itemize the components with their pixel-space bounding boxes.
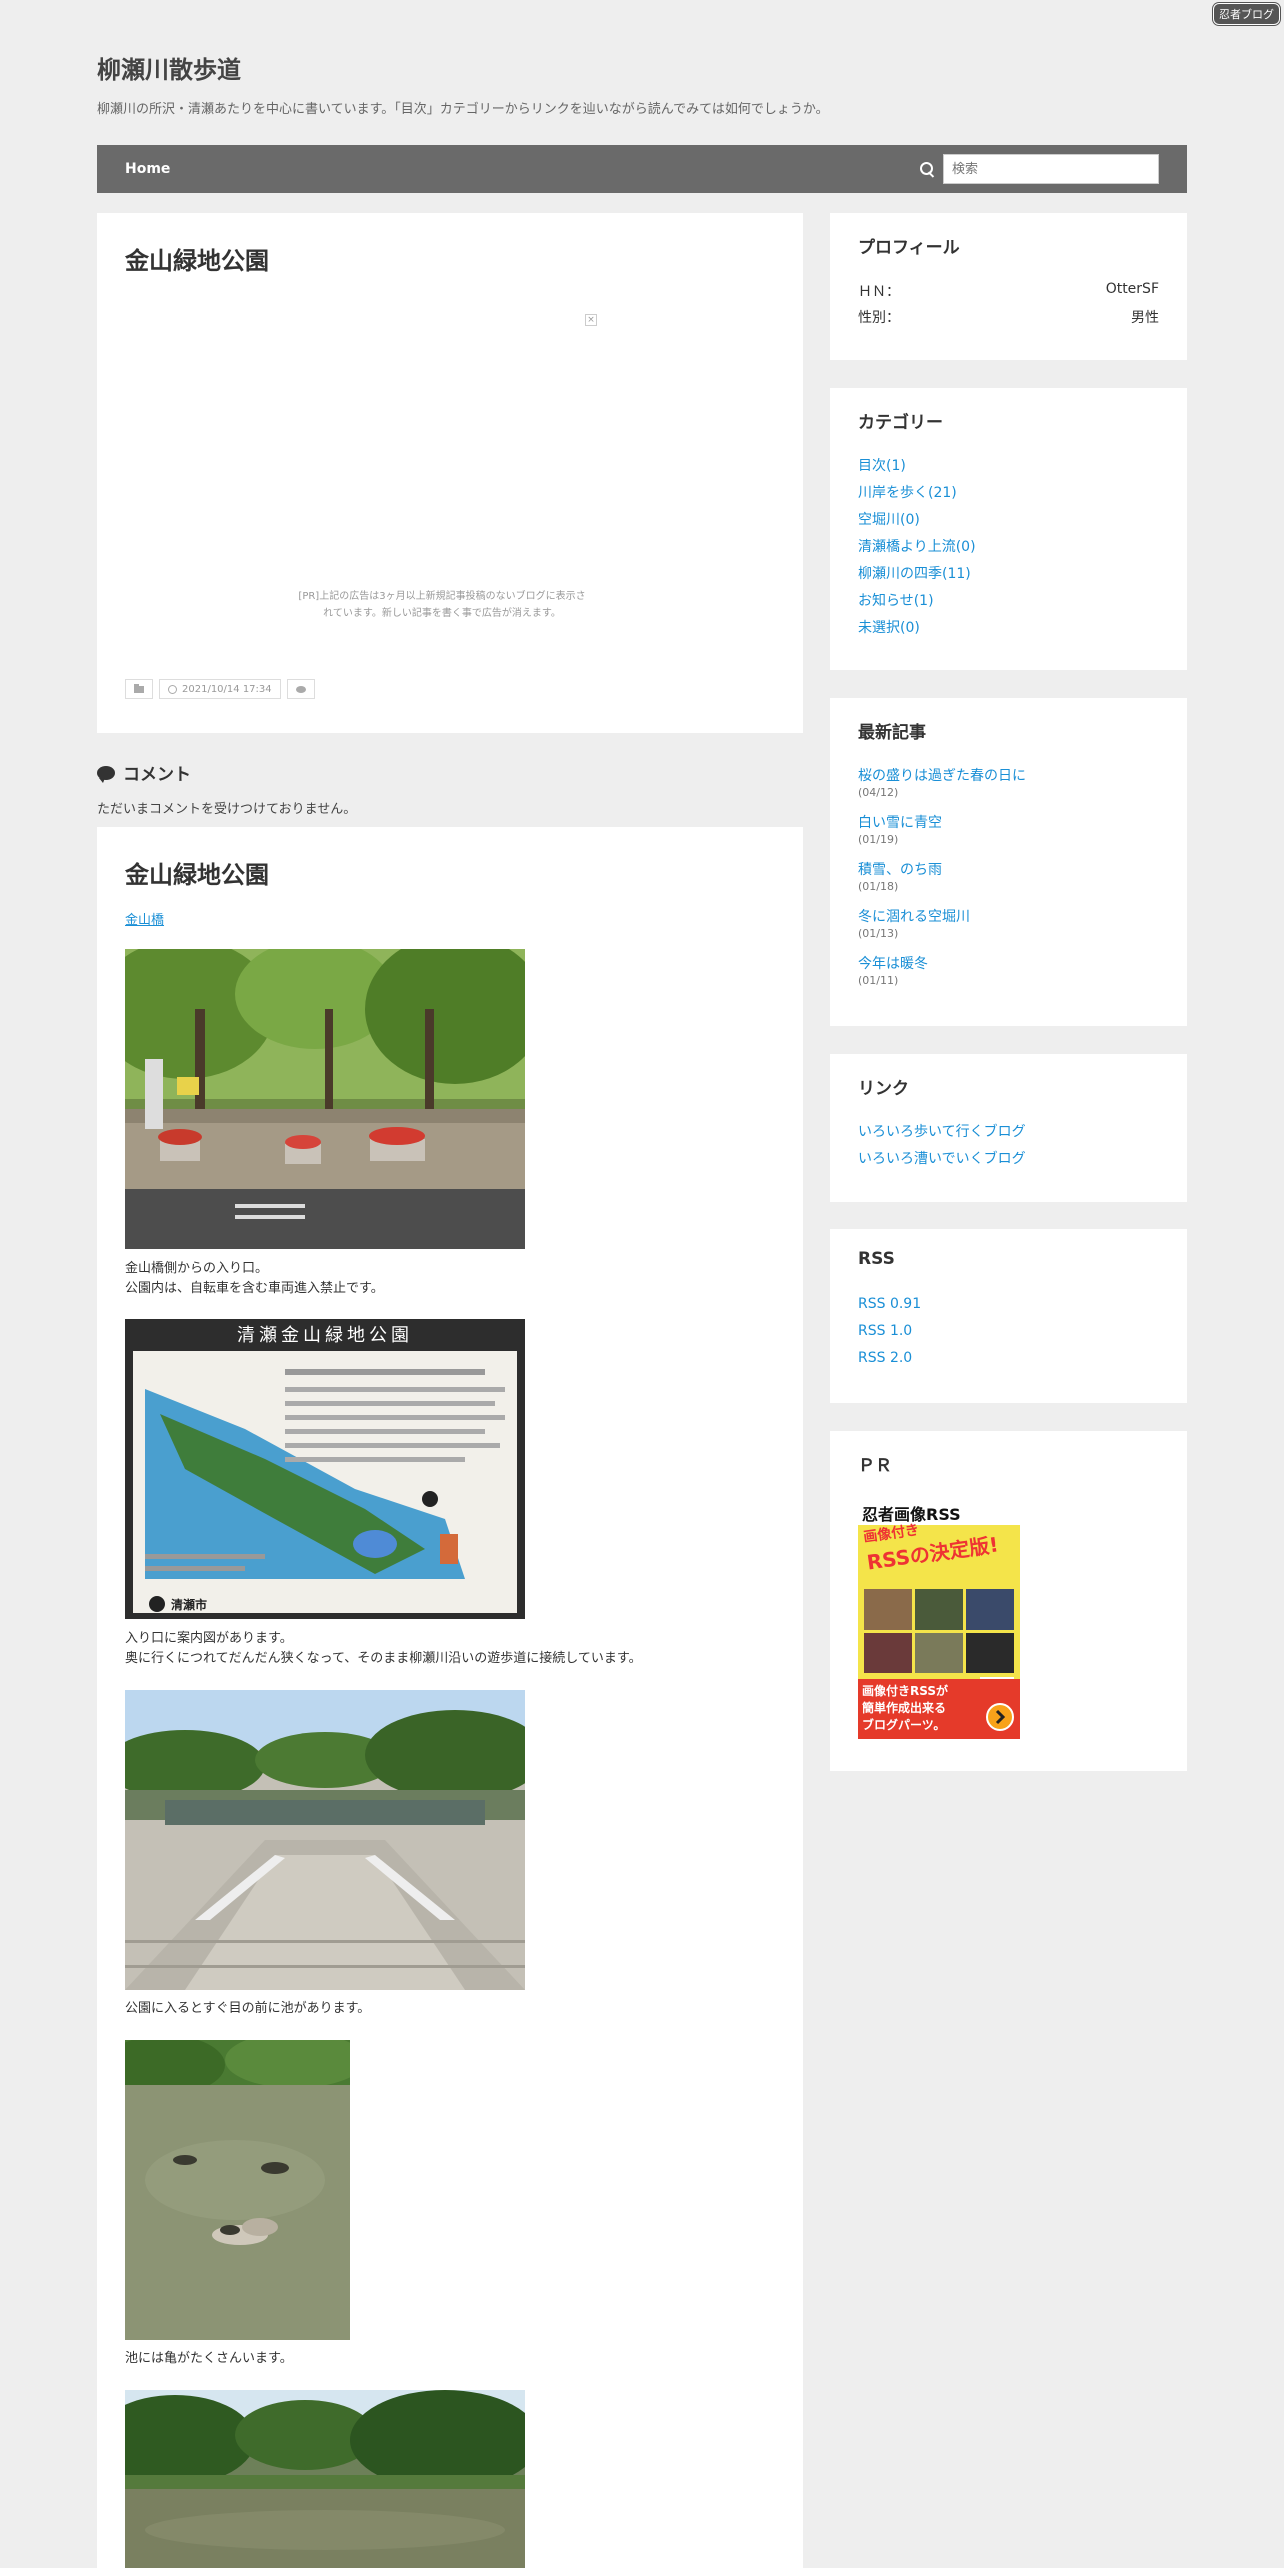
- recent-post-link[interactable]: 桜の盛りは過ぎた春の日に: [858, 765, 1026, 785]
- pr-title: ＰＲ: [858, 1456, 892, 1476]
- ad-note-line1: [PR]上記の広告は3ヶ月以上新規記事投稿のないブログに表示さ: [298, 591, 586, 602]
- link-walking-blog[interactable]: いろいろ歩いて行くブログ: [858, 1121, 1026, 1141]
- category-link-karabori[interactable]: 空堀川(0): [858, 509, 920, 529]
- caption-turtles: 池には亀がたくさんいます。: [125, 2351, 293, 2366]
- recent-post-link[interactable]: 冬に涸れる空堀川: [858, 906, 970, 926]
- site-description: 柳瀬川の所沢・清瀬あたりを中心に書いています。「目次」カテゴリーからリンクを辿い…: [97, 102, 829, 117]
- ad-close-icon[interactable]: ×: [585, 314, 597, 326]
- thumb: [966, 1589, 1014, 1630]
- ad-post-card: 金山緑地公園 × [PR]上記の広告は3ヶ月以上新規記事投稿のないブログに表示さ…: [97, 213, 803, 733]
- category-link-index[interactable]: 目次(1): [858, 455, 906, 475]
- kanayama-bridge-link[interactable]: 金山橋: [125, 909, 164, 928]
- recent-post-date: (01/11): [858, 974, 899, 987]
- search-input[interactable]: [943, 154, 1159, 184]
- profile-widget: プロフィール ＨＮ： OtterSF 性別： 男性: [830, 213, 1187, 360]
- recent-posts-widget: 最新記事 桜の盛りは過ぎた春の日に (04/12) 白い雪に青空 (01/19)…: [830, 698, 1187, 1026]
- ad-post-title[interactable]: 金山緑地公園: [125, 241, 269, 276]
- caption-entrance-line2: 公園内は、自転車を含む車両進入禁止です。: [125, 1281, 384, 1296]
- ad-note-line2: れています。新しい記事を書く事で広告が消えます。: [323, 608, 561, 619]
- profile-hn-label: ＨＮ：: [858, 284, 900, 300]
- pond-steps-photo[interactable]: [125, 1690, 525, 1990]
- caption-entrance: 金山橋側からの入り口。 公園内は、自転車を含む車両進入禁止です。: [125, 1259, 384, 1299]
- rss-title: RSS: [858, 1249, 895, 1269]
- category-link-unselected[interactable]: 未選択(0): [858, 617, 920, 637]
- category-widget: カテゴリー 目次(1) 川岸を歩く(21) 空堀川(0) 清瀬橋より上流(0) …: [830, 388, 1187, 670]
- pr-banner[interactable]: 忍者画像RSS 画像付き RSSの決定版! 無料 画像付きRSSが 簡単作成出来…: [858, 1497, 1020, 1739]
- park-map-sign-photo[interactable]: 清瀬金山緑地公園 清瀬市: [125, 1319, 525, 1619]
- recent-post-link[interactable]: 積雪、のち雨: [858, 859, 942, 879]
- recent-post-date: (01/13): [858, 927, 899, 940]
- clock-icon: [168, 684, 177, 694]
- rss-091-link[interactable]: RSS 0.91: [858, 1296, 921, 1312]
- pr-widget: ＰＲ 忍者画像RSS 画像付き RSSの決定版! 無料 画像付きRSSが 簡単作…: [830, 1431, 1187, 1771]
- site-title[interactable]: 柳瀬川散歩道: [97, 50, 241, 85]
- caption-map: 入り口に案内図があります。 奥に行くにつれてだんだん狭くなって、そのまま柳瀬川沿…: [125, 1629, 642, 1669]
- pr-banner-bottom-line1: 画像付きRSSが: [862, 1684, 948, 1698]
- recent-post-date: (04/12): [858, 786, 899, 799]
- link-paddling-blog[interactable]: いろいろ漕いでいくブログ: [858, 1148, 1026, 1168]
- post-card: 金山緑地公園 金山橋 金山橋側からの入り口。 公園内は、自転車を含む車両進入禁止…: [97, 827, 803, 2568]
- thumb: [864, 1589, 912, 1630]
- category-link-riverside[interactable]: 川岸を歩く(21): [858, 482, 957, 502]
- recent-post-date: (01/18): [858, 880, 899, 893]
- comments-heading-label: コメント: [123, 765, 191, 785]
- pr-arrow-icon: [986, 1703, 1014, 1731]
- folder-icon: [134, 683, 144, 693]
- date-chip: 2021/10/14 17:34: [159, 679, 281, 699]
- post-title[interactable]: 金山緑地公園: [125, 855, 269, 890]
- profile-title: プロフィール: [858, 238, 960, 258]
- category-link-news[interactable]: お知らせ(1): [858, 590, 934, 610]
- recent-posts-title: 最新記事: [858, 723, 926, 743]
- category-chip[interactable]: [125, 679, 153, 699]
- comment-icon: [97, 765, 115, 783]
- profile-hn-value: OtterSF: [1105, 281, 1159, 297]
- post-date: 2021/10/14 17:34: [182, 683, 272, 695]
- comment-bubble-icon: [295, 685, 306, 693]
- pond-trees-photo[interactable]: [125, 2390, 525, 2568]
- nav-home-link[interactable]: Home: [125, 161, 170, 177]
- rss-widget: RSS RSS 0.91 RSS 1.0 RSS 2.0: [830, 1229, 1187, 1403]
- category-link-seasons[interactable]: 柳瀬川の四季(11): [858, 563, 971, 583]
- caption-pond: 公園に入るとすぐ目の前に池があります。: [125, 2001, 371, 2016]
- links-title: リンク: [858, 1079, 909, 1099]
- turtles-photo[interactable]: [125, 2040, 350, 2340]
- thumb: [864, 1632, 912, 1673]
- comments-heading: コメント: [97, 760, 191, 785]
- links-widget: リンク いろいろ歩いて行くブログ いろいろ漕いでいくブログ: [830, 1054, 1187, 1202]
- rss-10-link[interactable]: RSS 1.0: [858, 1323, 912, 1339]
- park-entrance-photo[interactable]: [125, 949, 525, 1249]
- ninja-blog-badge[interactable]: 忍者ブログ: [1213, 3, 1280, 25]
- thumb: [915, 1589, 963, 1630]
- navbar: Home: [97, 145, 1187, 193]
- search-box: [919, 154, 1159, 184]
- pr-banner-thumbs: [864, 1589, 1014, 1673]
- recent-post-link[interactable]: 今年は暖冬: [858, 953, 928, 973]
- profile-gender-label: 性別：: [858, 310, 900, 326]
- comment-chip[interactable]: [286, 679, 315, 699]
- profile-gender-value: 男性: [1131, 310, 1159, 326]
- caption-entrance-line1: 金山橋側からの入り口。: [125, 1261, 269, 1276]
- thumb: [966, 1632, 1014, 1673]
- ad-note: [PR]上記の広告は3ヶ月以上新規記事投稿のないブログに表示さ れています。新し…: [292, 588, 592, 622]
- category-link-upstream[interactable]: 清瀬橋より上流(0): [858, 536, 976, 556]
- thumb: [915, 1632, 963, 1673]
- recent-post-link[interactable]: 白い雪に青空: [858, 812, 942, 832]
- caption-map-line1: 入り口に案内図があります。: [125, 1631, 293, 1646]
- recent-post-date: (01/19): [858, 833, 899, 846]
- post-meta: 2021/10/14 17:34: [125, 679, 315, 699]
- search-icon[interactable]: [919, 161, 935, 177]
- caption-map-line2: 奥に行くにつれてだんだん狭くなって、そのまま柳瀬川沿いの遊歩道に接続しています。: [125, 1651, 642, 1666]
- comments-closed-note: ただいまコメントを受けつけておりません。: [97, 802, 357, 817]
- map-sign-title: 清瀬金山緑地公園: [237, 1325, 413, 1346]
- category-title: カテゴリー: [858, 413, 943, 433]
- map-sign-city: 清瀬市: [171, 1598, 208, 1612]
- rss-20-link[interactable]: RSS 2.0: [858, 1350, 912, 1366]
